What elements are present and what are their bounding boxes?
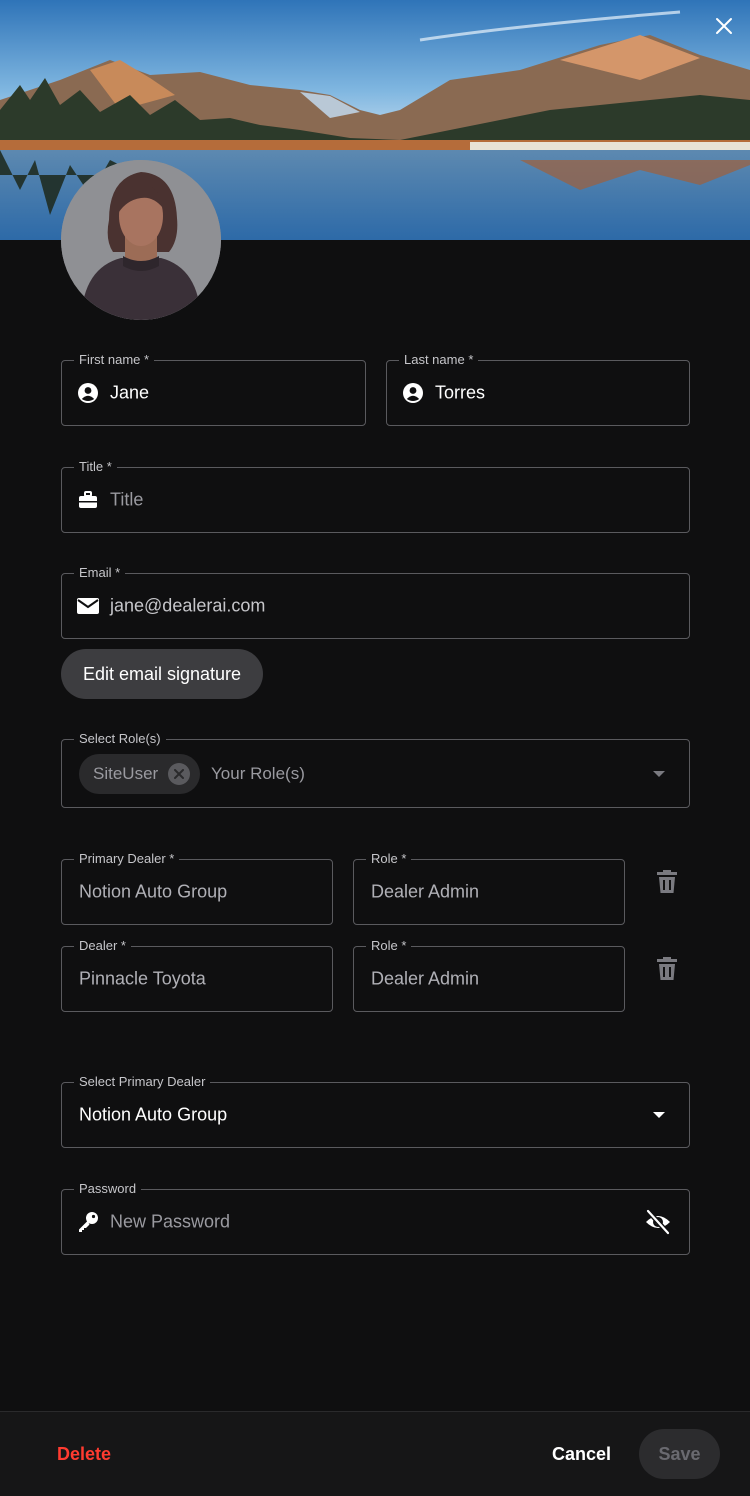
role-chip: SiteUser [79,753,201,794]
first-name-input[interactable]: Jane [110,383,149,404]
title-input[interactable]: Title [110,490,143,511]
roles-placeholder[interactable]: Your Role(s) [211,764,305,784]
role-input[interactable]: Dealer Admin [371,969,479,990]
user-circle-icon [77,382,99,404]
cancel-button[interactable]: Cancel [552,1444,611,1465]
briefcase-icon [77,489,99,511]
user-circle-icon [402,382,424,404]
roles-label: Select Role(s) [74,731,166,747]
chevron-down-icon[interactable] [653,1112,665,1118]
last-name-field[interactable]: Last name * Torres [386,352,690,426]
password-input[interactable]: New Password [110,1212,230,1233]
password-field[interactable]: Password New Password [61,1181,690,1255]
eye-off-icon[interactable] [644,1209,672,1235]
trash-icon[interactable] [656,956,678,982]
envelope-icon [77,595,99,617]
close-icon[interactable] [712,14,736,38]
roles-select[interactable]: Select Role(s) SiteUser Your Role(s) [61,731,690,808]
role-label: Role * [366,938,412,954]
dialog-footer: Delete Cancel Save [0,1411,750,1496]
role-label: Role * [366,851,412,867]
key-icon [77,1211,99,1233]
title-field[interactable]: Title * Title [61,459,690,533]
last-name-input[interactable]: Torres [435,383,485,404]
primary-dealer-label: Primary Dealer * [74,851,180,867]
dealer-label: Dealer * [74,938,131,954]
primary-dealer-input[interactable]: Notion Auto Group [79,882,227,903]
primary-dealer-value[interactable]: Notion Auto Group [79,1105,227,1126]
role-chip-label: SiteUser [93,763,159,783]
primary-dealer-select[interactable]: Select Primary Dealer Notion Auto Group [61,1074,690,1148]
edit-email-signature-button[interactable]: Edit email signature [61,649,263,699]
password-label: Password [74,1181,142,1197]
trash-icon[interactable] [656,869,678,895]
first-name-label: First name * [74,352,155,368]
email-field[interactable]: Email * jane@dealerai.com [61,565,690,639]
dealer-input[interactable]: Pinnacle Toyota [79,969,206,990]
first-name-field[interactable]: First name * Jane [61,352,366,426]
role-field[interactable]: Role * Dealer Admin [353,938,625,1012]
select-primary-dealer-label: Select Primary Dealer [74,1074,211,1090]
avatar[interactable] [61,160,221,320]
email-input[interactable]: jane@dealerai.com [110,596,265,617]
last-name-label: Last name * [399,352,479,368]
role-field[interactable]: Role * Dealer Admin [353,851,625,925]
role-input[interactable]: Dealer Admin [371,882,479,903]
chevron-down-icon[interactable] [653,770,665,777]
primary-dealer-field[interactable]: Primary Dealer * Notion Auto Group [61,851,333,925]
delete-button[interactable]: Delete [57,1444,111,1465]
email-label: Email * [74,565,126,581]
remove-chip-icon[interactable] [168,762,191,785]
title-label: Title * [74,459,117,475]
save-button[interactable]: Save [639,1429,720,1479]
dealer-field[interactable]: Dealer * Pinnacle Toyota [61,938,333,1012]
